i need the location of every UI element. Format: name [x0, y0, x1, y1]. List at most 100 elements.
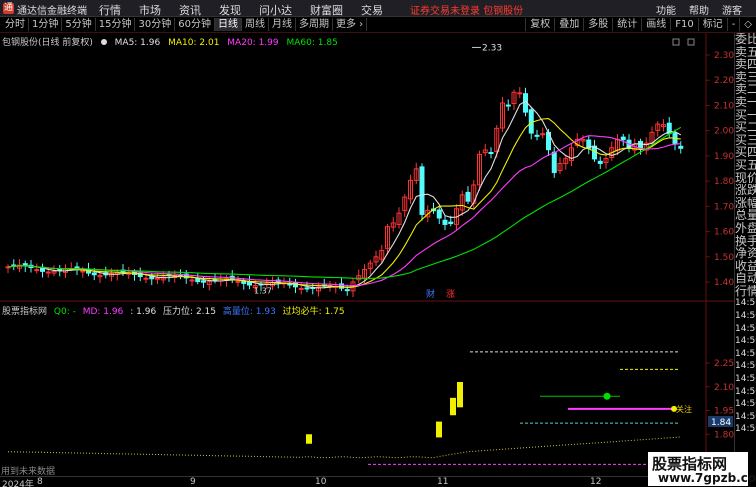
candle-body	[143, 277, 149, 280]
quote-label-1: 卖五	[735, 45, 756, 59]
date-label-2: 9	[190, 477, 196, 487]
ma5-line	[7, 100, 682, 289]
candle-body	[442, 219, 448, 225]
quote-label-25: 14:50	[735, 348, 756, 359]
signal-bar	[436, 421, 442, 438]
quote-label-23: 14:50	[735, 323, 756, 334]
quote-label-26: 14:50	[735, 361, 756, 372]
date-label-4: 11	[437, 477, 449, 487]
restore-icon	[672, 38, 680, 46]
quote-label-3: 卖三	[735, 70, 756, 84]
quote-label-7: 买二	[735, 121, 756, 134]
quote-label-19: 自动	[735, 272, 756, 285]
quote-label-16: 换手	[735, 234, 756, 248]
candle-body	[528, 109, 534, 134]
candle-body	[155, 277, 160, 280]
candle-body	[344, 289, 350, 292]
chart-canvas[interactable]: 关注 1.84 2.30 2.20 2.10 2.00 1.90 1.80 1.70 1.60 1…	[0, 0, 734, 476]
quote-label-8: 买三	[735, 133, 756, 147]
candle-body	[597, 160, 603, 164]
current-value-label: 1.84	[711, 418, 731, 428]
signal-bar	[450, 397, 456, 416]
candle-body	[235, 280, 241, 283]
candle-body	[80, 270, 86, 273]
quote-label-4: 卖二	[735, 83, 756, 96]
candle-body	[448, 221, 454, 225]
candle-body	[534, 134, 540, 137]
candle-body	[45, 271, 51, 274]
quote-label-13: 涨幅	[735, 196, 756, 210]
ma20-line	[7, 135, 681, 287]
quote-label-0: 委比	[735, 33, 756, 46]
date-label-3: 10	[315, 477, 327, 487]
candle-body	[505, 104, 511, 107]
date-label-0: 2024年	[2, 480, 34, 487]
quote-panel: 委比 卖五 卖四 卖三 卖二 卖一 买一 买二 买三 买四 买五 现价 涨跌 涨幅 总量 外盘 换手 净资 收益 自动…	[734, 33, 756, 473]
candle-body	[620, 136, 626, 141]
price-tick-label: 2.10	[714, 101, 734, 111]
candle-body	[436, 209, 442, 219]
price-tick-label: 2.30	[714, 51, 734, 61]
date-axis: 2024年 8 9 10 11 12	[0, 476, 734, 487]
quote-label-17: 净资	[735, 247, 756, 260]
candle-body	[298, 287, 304, 290]
date-label-1: 8	[37, 477, 43, 487]
candle-body	[201, 280, 206, 283]
low-price-label: 1.37	[254, 287, 272, 296]
ma60-line	[7, 126, 682, 279]
quote-label-5: 卖一	[735, 95, 756, 109]
sub-tick-label: 2.25	[714, 359, 734, 369]
candle-body	[57, 268, 63, 271]
quote-label-6: 买一	[735, 108, 756, 122]
quote-label-12: 涨跌	[735, 184, 756, 197]
quote-label-31: 14:50	[735, 424, 756, 435]
quote-label-9: 买四	[735, 146, 756, 159]
date-label-5: 12	[590, 477, 602, 487]
brand-watermark: 股票指标网 www.7gpzb.com	[648, 452, 756, 486]
candle-body	[241, 280, 247, 284]
candle-body	[517, 92, 523, 95]
candle-body	[638, 140, 643, 149]
quote-label-22: 14:50	[735, 311, 756, 322]
candle-body	[551, 151, 557, 174]
quote-label-2: 卖四	[735, 58, 756, 71]
quote-label-21: 14:50	[735, 298, 756, 309]
q0-dot	[603, 392, 611, 400]
candle-body	[189, 279, 195, 282]
candle-body	[212, 278, 218, 281]
price-tick-label: 1.60	[714, 228, 734, 238]
candle-body	[419, 166, 425, 215]
quote-label-11: 现价	[735, 171, 756, 185]
sub-tick-label: 1.80	[714, 430, 734, 440]
signal-bar	[306, 434, 312, 444]
candle-body	[304, 287, 310, 290]
quote-label-14: 总量	[735, 209, 756, 222]
quote-label-27: 14:50	[735, 374, 756, 385]
quote-label-24: 14:50	[735, 336, 756, 347]
quote-label-10: 买五	[735, 158, 756, 172]
price-tick-label: 2.00	[714, 127, 734, 137]
price-tick-label: 1.80	[714, 177, 734, 187]
finance-marker: 财	[426, 288, 435, 300]
ma10-line	[7, 118, 681, 289]
price-tick-label: 1.40	[714, 278, 734, 288]
quote-label-18: 收益	[735, 259, 756, 273]
candle-body	[34, 269, 40, 272]
quote-label-30: 14:50	[735, 411, 756, 422]
sub-tick-label: 2.10	[714, 383, 734, 393]
price-tick-label: 1.70	[714, 202, 734, 212]
price-tick-label: 1.50	[714, 253, 734, 263]
candle-body	[465, 191, 471, 202]
sub-tick-label: 1.95	[714, 407, 734, 417]
rise-marker: 涨	[446, 289, 455, 300]
maximize-icon	[687, 38, 695, 46]
price-tick-label: 1.90	[714, 152, 734, 162]
high-price-label: 2.33	[482, 43, 502, 53]
signal-bar	[457, 382, 463, 408]
tool-button-8[interactable]: ◇	[739, 18, 756, 31]
quote-label-15: 外盘	[735, 221, 756, 235]
candle-body	[678, 145, 684, 149]
candle-body	[488, 152, 494, 155]
candle-body	[91, 272, 97, 276]
brand-url: www.7gpzb.com	[658, 471, 756, 485]
